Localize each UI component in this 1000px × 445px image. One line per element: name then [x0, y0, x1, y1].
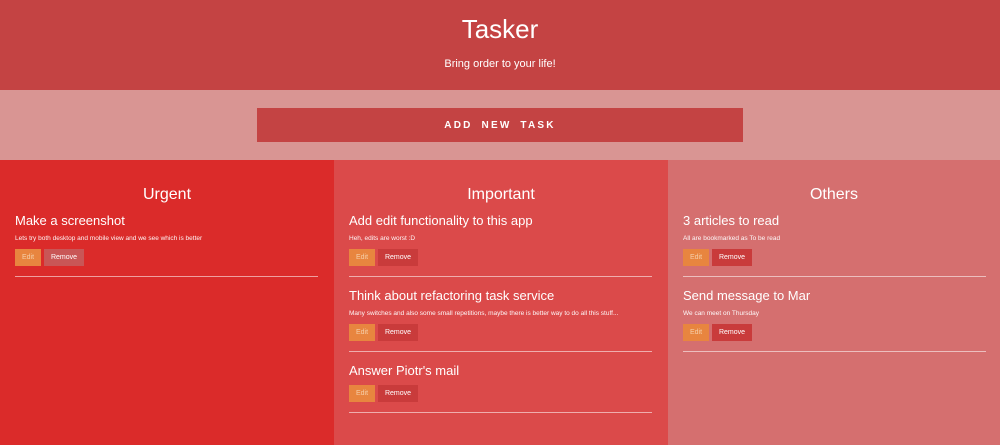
task-description: Lets try both desktop and mobile view an…	[15, 235, 203, 242]
edit-button[interactable]: Edit	[349, 324, 375, 341]
add-new-task-button[interactable]: ADD NEW TASK	[257, 108, 743, 142]
column-urgent: Urgent Make a screenshot Lets try both d…	[0, 160, 334, 445]
edit-button[interactable]: Edit	[15, 249, 41, 266]
task-title: 3 articles to read	[683, 213, 780, 228]
remove-button[interactable]: Remove	[378, 249, 418, 266]
edit-button[interactable]: Edit	[349, 249, 375, 266]
task-actions: Edit Remove	[683, 249, 986, 266]
task-title: Make a screenshot	[15, 213, 125, 228]
task-card: Think about refactoring task service Man…	[349, 288, 652, 352]
task-columns: Urgent Make a screenshot Lets try both d…	[0, 160, 1000, 445]
add-task-bar: ADD NEW TASK	[0, 90, 1000, 160]
task-description: We can meet on Thursday	[683, 310, 759, 317]
task-actions: Edit Remove	[349, 324, 652, 341]
task-card: Make a screenshot Lets try both desktop …	[15, 213, 318, 277]
task-actions: Edit Remove	[349, 249, 652, 266]
edit-button[interactable]: Edit	[683, 249, 709, 266]
remove-button[interactable]: Remove	[712, 324, 752, 341]
task-description: Heh, edits are worst :D	[349, 235, 416, 242]
column-title: Important	[467, 186, 535, 203]
column-others: Others 3 articles to read All are bookma…	[668, 160, 1000, 445]
task-actions: Edit Remove	[349, 385, 652, 402]
remove-button[interactable]: Remove	[712, 249, 752, 266]
column-important: Important Add edit functionality to this…	[334, 160, 668, 445]
task-title: Add edit functionality to this app	[349, 213, 533, 228]
column-title: Urgent	[142, 186, 192, 203]
app-header: Tasker Bring order to your life!	[0, 0, 1000, 90]
task-card: Send message to Mar We can meet on Thurs…	[683, 288, 986, 352]
task-description: Many switches and also some small repeti…	[349, 310, 619, 317]
task-title: Think about refactoring task service	[349, 288, 555, 303]
column-title: Others	[809, 186, 858, 203]
app-title: Tasker	[461, 14, 539, 44]
task-card: Answer Piotr's mail Edit Remove	[349, 363, 652, 413]
remove-button[interactable]: Remove	[378, 385, 418, 402]
task-card: Add edit functionality to this app Heh, …	[349, 213, 652, 277]
app-tagline: Bring order to your life!	[444, 58, 556, 70]
edit-button[interactable]: Edit	[349, 385, 375, 402]
task-description: All are bookmarked as To be read	[683, 235, 781, 242]
remove-button[interactable]: Remove	[44, 249, 84, 266]
remove-button[interactable]: Remove	[378, 324, 418, 341]
task-actions: Edit Remove	[15, 249, 318, 266]
edit-button[interactable]: Edit	[683, 324, 709, 341]
task-title: Answer Piotr's mail	[349, 363, 460, 378]
task-card: 3 articles to read All are bookmarked as…	[683, 213, 986, 277]
task-actions: Edit Remove	[683, 324, 986, 341]
task-title: Send message to Mar	[683, 288, 811, 303]
